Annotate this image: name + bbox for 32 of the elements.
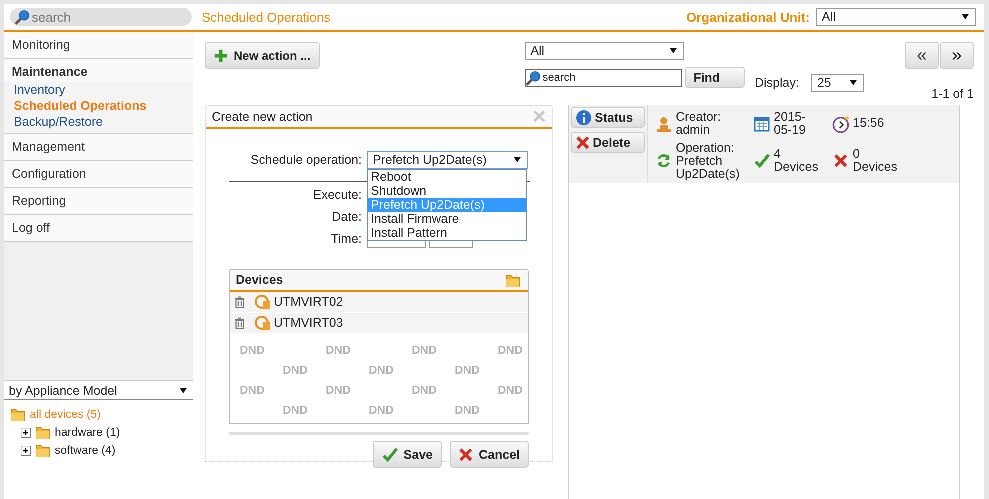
drop-hint: DND — [455, 404, 481, 419]
field-label: Organizational Unit: — [686, 10, 810, 24]
page-title: Scheduled Operations — [202, 10, 332, 24]
date-text: 2015-05-19 — [774, 110, 807, 136]
drop-hint: DND — [498, 384, 524, 399]
time-text: 15:56 — [853, 117, 886, 130]
succeeded-count: 4 Devices — [774, 148, 820, 174]
devices-title: Devices — [236, 273, 284, 287]
operation-text: Operation: Prefetch Up2Date(s) — [676, 142, 740, 180]
drop-hint: DND — [498, 344, 524, 359]
drop-hint: DND — [455, 364, 481, 379]
field-label: Schedule operation: — [250, 153, 363, 167]
display-label: Display: — [755, 76, 800, 90]
creator-text: Creator: admin — [676, 110, 722, 136]
drop-hint: DND — [369, 404, 395, 419]
drop-hint: DND — [412, 384, 438, 399]
field-label: Time: — [330, 232, 363, 246]
drop-hint: DND — [283, 404, 309, 419]
failed-count: 0 Devices — [853, 148, 898, 174]
drop-hint: DND — [326, 384, 352, 399]
device-name: UTMVIRT03 — [274, 316, 344, 330]
device-name: UTMVIRT02 — [274, 295, 344, 309]
drop-hint: DND — [283, 364, 309, 379]
field-label: Date: — [331, 210, 363, 224]
drop-hint: DND — [369, 364, 395, 379]
dialog-title: Create new action — [212, 110, 313, 124]
drop-hint: DND — [240, 344, 266, 359]
field-label: Execute: — [312, 188, 363, 202]
drop-hint: DND — [240, 384, 266, 399]
drop-hint: DND — [412, 344, 438, 359]
drop-hint: DND — [326, 344, 352, 359]
page-range: 1-1 of 1 — [932, 87, 974, 101]
